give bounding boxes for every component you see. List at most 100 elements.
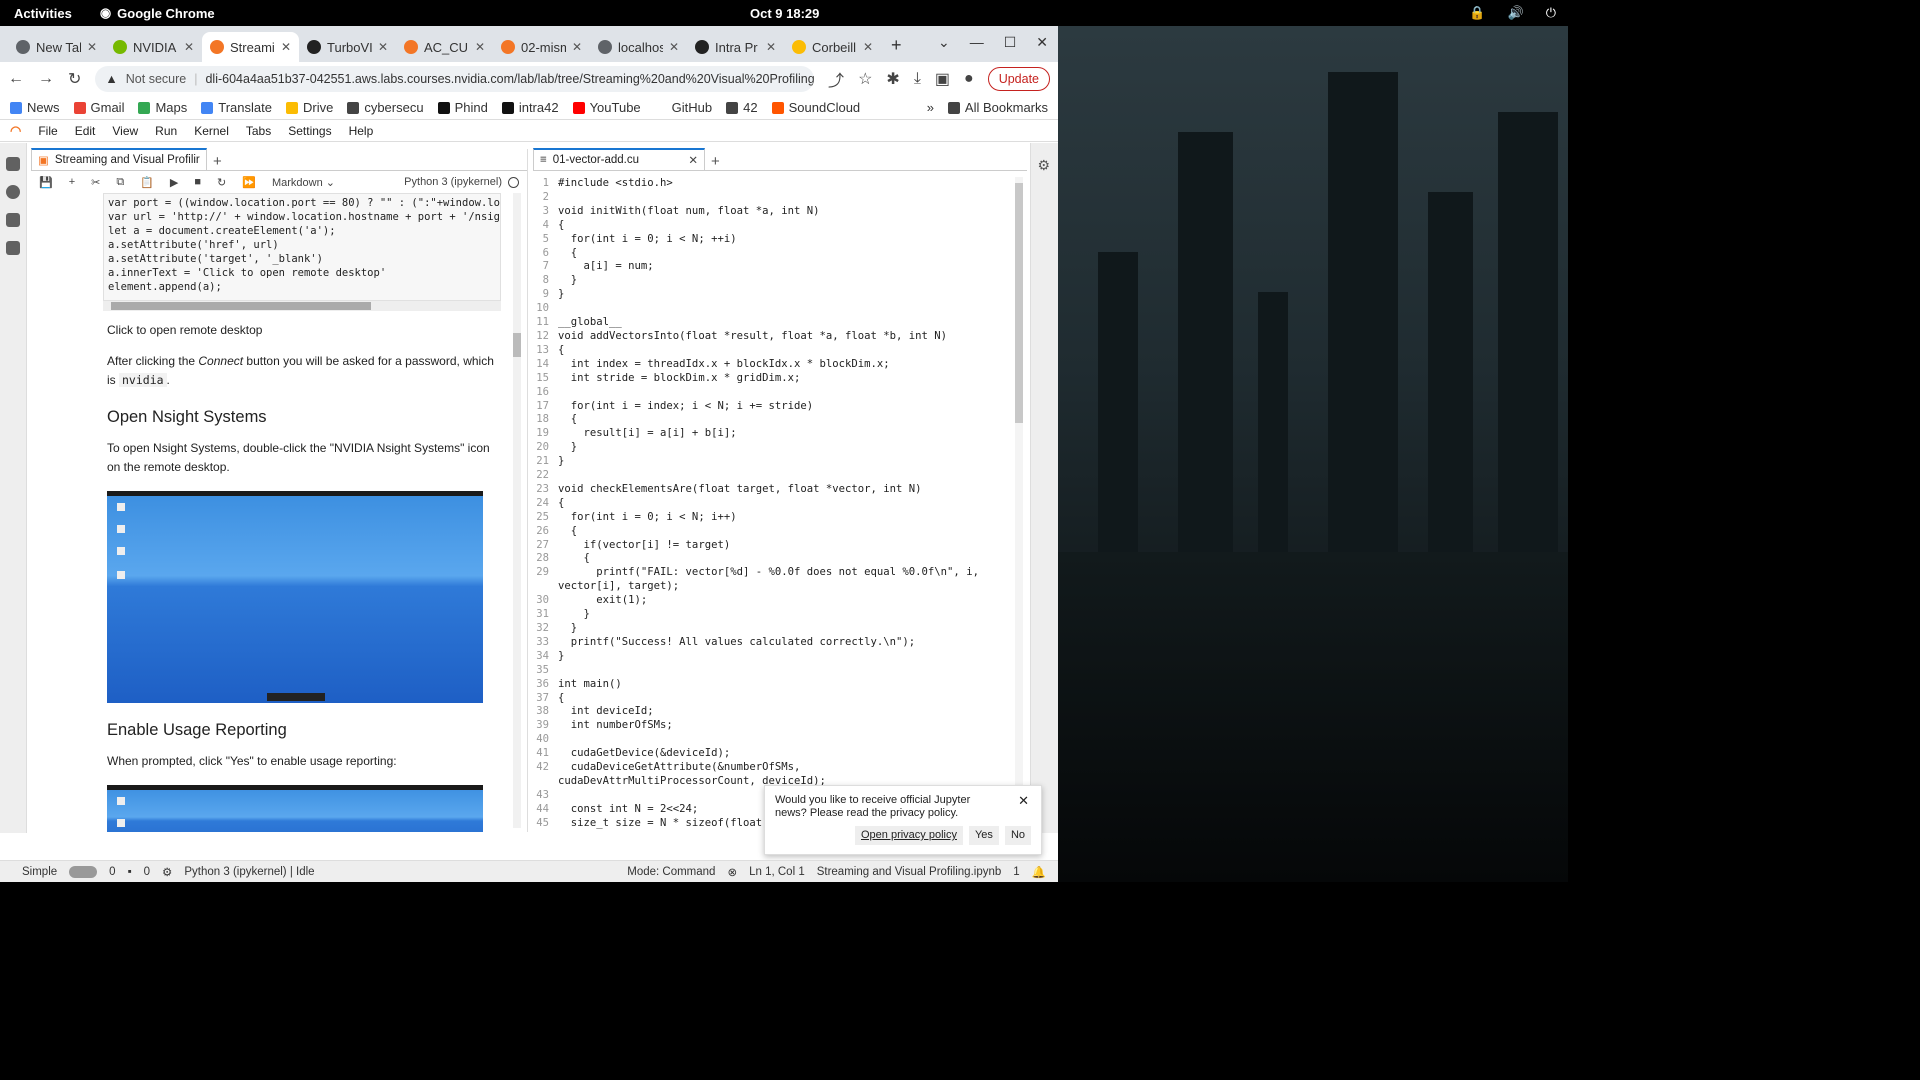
editor-tab[interactable]: ≡ 01-vector-add.cu ✕	[533, 148, 705, 170]
menu-help[interactable]: Help	[349, 124, 374, 138]
browser-tab[interactable]: Corbeill ✕	[784, 32, 881, 62]
back-icon[interactable]: ←	[8, 70, 24, 88]
simple-mode-toggle[interactable]	[69, 865, 98, 878]
browser-tab[interactable]: localhos ✕	[590, 32, 687, 62]
menu-view[interactable]: View	[112, 124, 138, 138]
privacy-policy-button[interactable]: Open privacy policy	[854, 826, 963, 845]
browser-tab[interactable]: AC_CUD ✕	[396, 32, 493, 62]
save-icon[interactable]: 💾	[39, 176, 53, 189]
editor-scrollbar[interactable]	[1015, 177, 1023, 827]
close-icon[interactable]: ✕	[1018, 794, 1029, 807]
bookmark-item[interactable]: cybersecu	[347, 100, 424, 115]
bookmarks-overflow-icon[interactable]: »	[927, 100, 934, 115]
extensions-icon[interactable]: ✱	[886, 69, 899, 89]
bookmark-item[interactable]: Phind	[437, 100, 488, 115]
running-icon[interactable]	[6, 185, 20, 199]
tab-search-icon[interactable]: ⌄	[938, 34, 950, 51]
new-tab-button[interactable]: +	[891, 35, 902, 56]
terminal-count[interactable]: 0	[109, 866, 115, 878]
bookmark-item[interactable]: GitHub	[654, 100, 712, 115]
kernel-status[interactable]: Python 3 (ipykernel) | Idle	[184, 866, 314, 878]
bell-icon[interactable]: 🔔	[1032, 865, 1046, 879]
close-icon[interactable]: ✕	[766, 40, 776, 54]
avatar[interactable]: ●	[964, 70, 974, 88]
all-bookmarks-button[interactable]: All Bookmarks	[947, 100, 1048, 115]
close-icon[interactable]: ✕	[378, 40, 388, 54]
star-icon[interactable]: ☆	[858, 69, 872, 89]
bookmark-item[interactable]: 42	[726, 100, 758, 115]
notebook-tab[interactable]: ▣ Streaming and Visual Profilir ✕	[31, 148, 207, 170]
run-all-icon[interactable]: ⏩	[242, 176, 256, 189]
remote-desktop-link[interactable]: Click to open remote desktop	[107, 321, 497, 340]
clock[interactable]: Oct 9 18:29	[750, 6, 819, 21]
browser-tab[interactable]: NVIDIA ✕	[105, 32, 202, 62]
bookmark-item[interactable]: YouTube	[572, 100, 641, 115]
address-bar[interactable]: ▲ Not secure | dli-604a4aa51b37-042551.a…	[95, 66, 815, 92]
maximize-icon[interactable]: ☐	[1004, 34, 1017, 51]
browser-tab[interactable]: TurboVI ✕	[299, 32, 396, 62]
extension-icon[interactable]	[6, 241, 20, 255]
bookmark-item[interactable]: Gmail	[73, 100, 124, 115]
close-window-icon[interactable]: ✕	[1036, 34, 1048, 51]
horizontal-scrollbar[interactable]	[103, 301, 501, 311]
sidepanel-icon[interactable]: ▣	[935, 69, 950, 89]
browser-tab[interactable]: Streami ✕	[202, 32, 299, 62]
close-icon[interactable]: ✕	[475, 40, 485, 54]
reload-icon[interactable]: ↻	[68, 69, 81, 89]
add-tab-button[interactable]: +	[207, 153, 228, 170]
restart-icon[interactable]: ↻	[217, 176, 226, 189]
close-icon[interactable]: ✕	[572, 40, 582, 54]
notebook-scrollbar[interactable]	[513, 193, 521, 828]
browser-tab[interactable]: 02-mism ✕	[493, 32, 590, 62]
download-icon[interactable]: ⤓	[914, 70, 921, 88]
close-icon[interactable]: ✕	[184, 40, 194, 54]
copy-icon[interactable]: ⧉	[116, 176, 124, 189]
close-icon[interactable]: ✕	[688, 153, 698, 167]
menu-file[interactable]: File	[38, 124, 57, 138]
menu-kernel[interactable]: Kernel	[194, 124, 229, 138]
kernel-count[interactable]: 0	[144, 866, 150, 878]
forward-icon[interactable]: →	[38, 70, 54, 88]
cut-icon[interactable]: ✂	[91, 176, 100, 189]
add-tab-button[interactable]: +	[705, 153, 726, 170]
kernel-indicator[interactable]: Python 3 (ipykernel)	[404, 176, 519, 188]
notification-count[interactable]: 1	[1013, 866, 1019, 878]
cell-type-select[interactable]: Markdown ⌄	[272, 176, 335, 189]
notebook-content[interactable]: var port = ((window.location.port == 80)…	[31, 193, 515, 832]
menu-edit[interactable]: Edit	[75, 124, 96, 138]
no-button[interactable]: No	[1004, 826, 1031, 845]
yes-button[interactable]: Yes	[968, 826, 999, 845]
window-controls[interactable]: ⌄ — ☐ ✕	[938, 34, 1048, 51]
bookmark-item[interactable]: News	[10, 100, 60, 115]
close-icon[interactable]: ✕	[669, 40, 679, 54]
folder-icon[interactable]	[6, 157, 20, 171]
paste-icon[interactable]: 📋	[140, 176, 154, 189]
bookmark-item[interactable]: SoundCloud	[771, 100, 860, 115]
share-icon[interactable]: ⤴	[828, 67, 844, 91]
stop-icon[interactable]: ■	[194, 176, 201, 188]
activities-button[interactable]: Activities	[14, 6, 72, 21]
property-inspector-icon[interactable]: ⚙	[1038, 157, 1052, 174]
add-cell-icon[interactable]: +	[69, 176, 75, 188]
app-menu[interactable]: ◉ Google Chrome	[100, 5, 215, 21]
update-button[interactable]: Update	[987, 67, 1050, 91]
run-icon[interactable]: ▶	[170, 176, 178, 189]
menu-tabs[interactable]: Tabs	[246, 124, 271, 138]
menu-settings[interactable]: Settings	[288, 124, 331, 138]
code-editor[interactable]: 1 #include <stdio.h> 2 3 void initWith(float…	[533, 177, 1013, 832]
toc-icon[interactable]	[6, 213, 20, 227]
browser-tab[interactable]: Intra Pr ✕	[687, 32, 784, 62]
bookmark-item[interactable]: intra42	[501, 100, 559, 115]
menu-run[interactable]: Run	[155, 124, 177, 138]
close-icon[interactable]: ✕	[863, 40, 873, 54]
close-icon[interactable]: ✕	[87, 40, 97, 54]
bookmark-item[interactable]: Drive	[285, 100, 333, 115]
browser-tab[interactable]: New Tal ✕	[8, 32, 105, 62]
close-icon[interactable]: ✕	[281, 40, 291, 54]
cursor-position[interactable]: Ln 1, Col 1	[749, 866, 805, 878]
minimize-icon[interactable]: —	[970, 34, 984, 51]
bookmark-item[interactable]: Maps	[138, 100, 187, 115]
system-tray[interactable]: 🔒 🔊 ⏻	[1469, 5, 1556, 21]
bookmark-item[interactable]: Translate	[201, 100, 272, 115]
code-cell[interactable]: var port = ((window.location.port == 80)…	[103, 193, 501, 301]
